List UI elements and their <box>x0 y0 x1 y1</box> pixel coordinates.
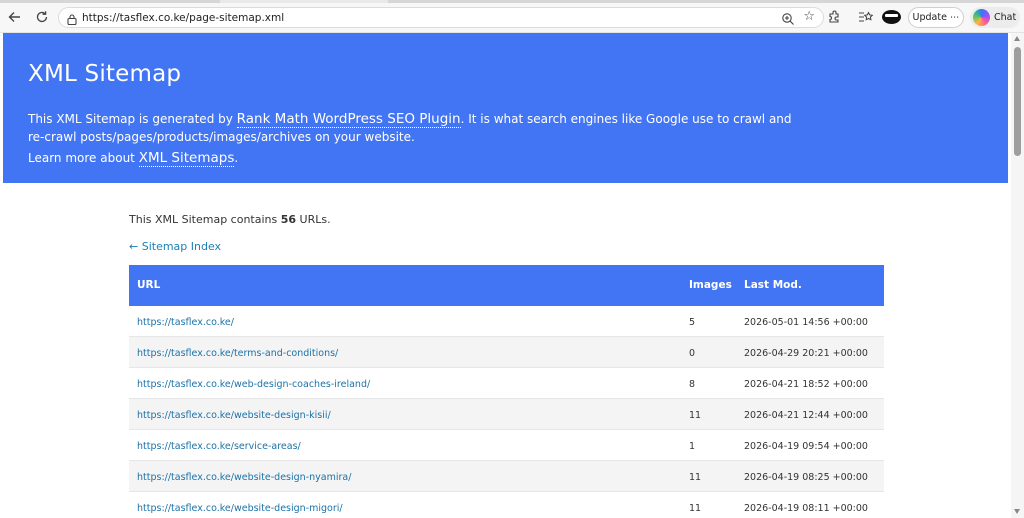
scrollbar-thumb[interactable] <box>1014 47 1021 156</box>
row-images-count: 0 <box>689 348 696 359</box>
lock-icon[interactable] <box>66 11 78 26</box>
chat-label: Chat <box>994 12 1017 23</box>
favorite-star-icon[interactable]: ☆ <box>803 9 815 25</box>
extensions-icon[interactable] <box>825 8 843 26</box>
row-images-count: 11 <box>689 503 702 514</box>
profile-avatar-icon[interactable] <box>882 10 901 24</box>
browser-toolbar: https://tasflex.co.ke/page-sitemap.xml ☆… <box>0 0 1024 33</box>
url-count-pre: This XML Sitemap contains <box>129 213 281 226</box>
learn-more-period: . <box>234 151 239 165</box>
table-body: https://tasflex.co.ke/5 2026-05-01 14:56 … <box>129 306 884 518</box>
row-url-link[interactable]: https://tasflex.co.ke/ <box>137 317 234 328</box>
column-header-lastmod: Last Mod. <box>744 279 802 291</box>
table-row: https://tasflex.co.ke/5 2026-05-01 14:56 … <box>129 306 884 337</box>
sitemap-index-link[interactable]: ← Sitemap Index <box>129 240 221 253</box>
row-last-modified: 2026-05-01 14:56 +00:00 <box>744 317 868 328</box>
row-last-modified: 2026-04-19 08:11 +00:00 <box>744 503 868 514</box>
back-icon[interactable] <box>6 8 24 26</box>
row-images-count: 11 <box>689 472 702 483</box>
page-viewport: XML Sitemap This XML Sitemap is generate… <box>0 33 1011 518</box>
row-url-link[interactable]: https://tasflex.co.ke/website-design-kis… <box>137 410 331 421</box>
table-row: https://tasflex.co.ke/service-areas/1 202… <box>129 430 884 461</box>
address-bar[interactable]: https://tasflex.co.ke/page-sitemap.xml ☆ <box>58 7 824 28</box>
row-last-modified: 2026-04-19 09:54 +00:00 <box>744 441 868 452</box>
address-url[interactable]: https://tasflex.co.ke/page-sitemap.xml <box>82 11 284 25</box>
sitemap-header: XML Sitemap This XML Sitemap is generate… <box>3 33 1008 183</box>
xml-sitemaps-link[interactable]: XML Sitemaps <box>138 150 235 167</box>
learn-more-line: Learn more about XML Sitemaps. <box>28 149 238 167</box>
table-row: https://tasflex.co.ke/website-design-kis… <box>129 399 884 430</box>
column-header-url: URL <box>137 279 161 291</box>
row-last-modified: 2026-04-21 12:44 +00:00 <box>744 410 868 421</box>
row-last-modified: 2026-04-19 08:25 +00:00 <box>744 472 868 483</box>
scroll-down-icon[interactable] <box>1014 509 1020 514</box>
table-header: URL Images Last Mod. <box>129 265 884 306</box>
row-url-link[interactable]: https://tasflex.co.ke/website-design-mig… <box>137 503 343 514</box>
table-row: https://tasflex.co.ke/web-design-coaches… <box>129 368 884 399</box>
page-title: XML Sitemap <box>28 61 182 87</box>
favorites-icon[interactable] <box>856 8 874 26</box>
row-images-count: 5 <box>689 317 696 328</box>
url-count-post: URLs. <box>296 213 331 226</box>
row-url-link[interactable]: https://tasflex.co.ke/web-design-coaches… <box>137 379 370 390</box>
table-row: https://tasflex.co.ke/website-design-mig… <box>129 492 884 518</box>
table-row: https://tasflex.co.ke/website-design-nya… <box>129 461 884 492</box>
url-count-text: This XML Sitemap contains 56 URLs. <box>129 213 331 226</box>
row-images-count: 1 <box>689 441 696 452</box>
tab-edge-right <box>388 0 1024 3</box>
table-row: https://tasflex.co.ke/terms-and-conditio… <box>129 337 884 368</box>
row-url-link[interactable]: https://tasflex.co.ke/terms-and-conditio… <box>137 348 338 359</box>
row-images-count: 11 <box>689 410 702 421</box>
tab-edge-left <box>0 0 220 3</box>
reload-icon[interactable] <box>33 8 51 26</box>
column-header-images: Images <box>689 279 732 291</box>
scroll-up-icon[interactable] <box>1014 36 1020 41</box>
row-images-count: 8 <box>689 379 696 390</box>
row-last-modified: 2026-04-29 20:21 +00:00 <box>744 348 868 359</box>
rank-math-link[interactable]: Rank Math WordPress SEO Plugin <box>236 111 461 128</box>
sitemap-table: URL Images Last Mod. https://tasflex.co.… <box>129 265 884 518</box>
row-url-link[interactable]: https://tasflex.co.ke/service-areas/ <box>137 441 301 452</box>
chat-button[interactable]: Chat <box>970 7 1020 28</box>
copilot-icon <box>973 9 990 26</box>
header-description: This XML Sitemap is generated by Rank Ma… <box>28 110 808 146</box>
description-text-pre: This XML Sitemap is generated by <box>28 112 237 126</box>
vertical-scrollbar[interactable] <box>1011 33 1024 518</box>
tab-strip-edge <box>0 0 1024 3</box>
zoom-icon[interactable] <box>781 11 795 25</box>
row-url-link[interactable]: https://tasflex.co.ke/website-design-nya… <box>137 472 351 483</box>
url-count-number: 56 <box>280 213 297 226</box>
learn-more-text: Learn more about <box>28 151 139 165</box>
update-button[interactable]: Update ⋯ <box>908 7 964 28</box>
row-last-modified: 2026-04-21 18:52 +00:00 <box>744 379 868 390</box>
